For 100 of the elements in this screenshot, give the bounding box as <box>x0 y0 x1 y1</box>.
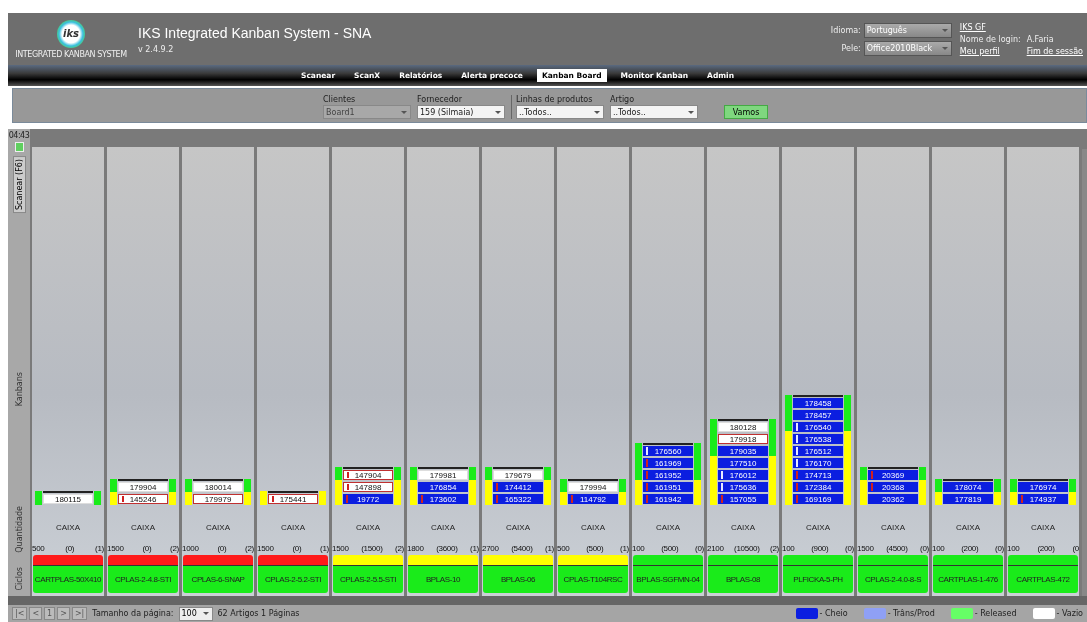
demand-label: (5400) <box>511 544 533 553</box>
pager-button[interactable]: < <box>29 607 43 620</box>
cycles-label: (0) <box>920 544 929 553</box>
kanban-card[interactable]: 176538 <box>793 434 843 444</box>
kanban-card[interactable]: 179981 <box>418 470 468 480</box>
quantity-label: 100 <box>932 544 945 553</box>
pager-button[interactable]: 1 <box>44 607 56 620</box>
kanban-card[interactable]: 180115 <box>43 494 93 504</box>
part-name-tile[interactable]: BPLAS-SGFMN-04 <box>633 566 703 593</box>
pager-button[interactable]: >| <box>71 607 88 620</box>
kanban-card[interactable]: 175636 <box>718 482 768 492</box>
kanban-card[interactable]: 173602 <box>418 494 468 504</box>
kanban-card[interactable]: 176540 <box>793 422 843 432</box>
kanban-card[interactable]: 176512 <box>793 446 843 456</box>
part-name-tile[interactable]: CPLAS-2-5.5-STI <box>333 566 403 593</box>
kanban-card[interactable]: 180014 <box>193 482 243 492</box>
kanban-card[interactable]: 169169 <box>793 494 843 504</box>
pager-button[interactable]: |< <box>12 607 28 620</box>
kanban-card[interactable]: 19772 <box>343 494 393 504</box>
part-name-tile[interactable]: PLFICKA-5-PH <box>783 566 853 593</box>
quantity-label: 1500 <box>332 544 349 553</box>
demand-label: (0) <box>65 544 75 553</box>
row-label: Ciclos <box>14 566 24 590</box>
scan-tab[interactable]: Scanear (F6) <box>12 156 26 214</box>
unit-label: CAIXA <box>656 523 680 532</box>
kanban-card[interactable]: 178074 <box>943 482 993 492</box>
legend-label: - Trâns/Prod <box>887 609 935 618</box>
kanban-card[interactable]: 180128 <box>718 422 768 432</box>
kanban-card[interactable]: 178457 <box>793 410 843 420</box>
kanban-card[interactable]: 176170 <box>793 458 843 468</box>
kanban-card[interactable]: 114792 <box>568 494 618 504</box>
kanban-card[interactable]: 178458 <box>793 398 843 408</box>
kanban-card[interactable]: 174412 <box>493 482 543 492</box>
part-name-tile[interactable]: CPLAS-6-SNAP <box>183 566 253 593</box>
kanban-card[interactable]: 145246 <box>118 494 168 504</box>
cycles-label: (1) <box>470 544 479 553</box>
horizontal-scrollbar[interactable] <box>8 596 1087 605</box>
kanban-card[interactable]: 20369 <box>868 470 918 480</box>
quantity-label: 500 <box>32 544 45 553</box>
kanban-card[interactable]: 179994 <box>568 482 618 492</box>
part-name-tile[interactable]: BPLAS-06 <box>483 566 553 593</box>
part-name-tile[interactable]: CARTPLAS-50X410 <box>33 566 103 593</box>
kanban-card[interactable]: 179918 <box>718 434 768 444</box>
kanban-card[interactable]: 174937 <box>1018 494 1068 504</box>
kanban-card[interactable]: 172384 <box>793 482 843 492</box>
list-icon[interactable] <box>14 142 24 152</box>
quantity-label: 100 <box>782 544 795 553</box>
pager-button[interactable]: > <box>57 607 70 620</box>
quantity-label: 1000 <box>182 544 199 553</box>
kanban-card[interactable]: 174713 <box>793 470 843 480</box>
cycles-label: (2) <box>170 544 179 553</box>
cycles-label: (2) <box>395 544 404 553</box>
cycles-label: (0 <box>1072 544 1079 553</box>
unit-label: CAIXA <box>731 523 755 532</box>
part-name-tile[interactable]: BPLAS-08 <box>708 566 778 593</box>
kanban-card[interactable]: 176012 <box>718 470 768 480</box>
quantity-label: 2700 <box>482 544 499 553</box>
kanban-card[interactable]: 20362 <box>868 494 918 504</box>
unit-label: CAIXA <box>131 523 155 532</box>
profile-link[interactable]: Meu perfil <box>959 46 1021 56</box>
part-name-tile[interactable]: CPLAS-2-4.0-8-S <box>858 566 928 593</box>
kanban-card[interactable]: 161951 <box>643 482 693 492</box>
logout-link[interactable]: Fim de sessão <box>1026 46 1083 56</box>
part-name-tile[interactable]: CPLAS-2-5.2-STI <box>258 566 328 593</box>
part-name-tile[interactable]: BPLAS-10 <box>408 566 478 593</box>
part-name-tile[interactable]: CARTPLAS-1-476 <box>933 566 1003 593</box>
filter-label: Fornecedor <box>417 95 463 104</box>
kanban-card[interactable]: 179679 <box>493 470 543 480</box>
kanban-card[interactable]: 157055 <box>718 494 768 504</box>
filter-dropdown[interactable]: ..Todos.. <box>516 105 604 119</box>
kanban-card[interactable]: 177819 <box>943 494 993 504</box>
kanban-card[interactable]: 165322 <box>493 494 543 504</box>
kanban-card[interactable]: 161942 <box>643 494 693 504</box>
legend-label: - Cheio <box>819 609 848 618</box>
dropdown-arrow-icon <box>401 110 407 114</box>
kanban-card[interactable]: 161952 <box>643 470 693 480</box>
kanban-card[interactable]: 20368 <box>868 482 918 492</box>
company-link[interactable]: IKS GF <box>959 22 1021 32</box>
filter-dropdown[interactable]: 159 (Silmaia) <box>417 105 505 119</box>
kanban-card[interactable]: 176560 <box>643 446 693 456</box>
go-button[interactable]: Vamos <box>724 105 768 119</box>
page-size-dropdown[interactable]: 100 <box>178 606 213 621</box>
part-name-tile[interactable]: CPLAS-T104RSC <box>558 566 628 593</box>
kanban-card[interactable]: 179979 <box>193 494 243 504</box>
kanban-card[interactable]: 176854 <box>418 482 468 492</box>
kanban-card[interactable]: 179035 <box>718 446 768 456</box>
kanban-card[interactable]: 179904 <box>118 482 168 492</box>
kanban-card[interactable]: 175441 <box>268 494 318 504</box>
scrollbar[interactable] <box>1082 149 1087 596</box>
part-name-tile[interactable]: CPLAS-2-4.8-STI <box>108 566 178 593</box>
filter-dropdown[interactable]: ..Todos.. <box>610 105 698 119</box>
kanban-card[interactable]: 177510 <box>718 458 768 468</box>
quantity-label: 1500 <box>857 544 874 553</box>
kanban-card[interactable]: 147898 <box>343 482 393 492</box>
kanban-card[interactable]: 161969 <box>643 458 693 468</box>
unit-label: CAIXA <box>581 523 605 532</box>
part-name-tile[interactable]: CARTPLAS-472 <box>1008 566 1078 593</box>
kanban-card[interactable]: 147904 <box>343 470 393 480</box>
row-label: Quantidade <box>14 505 24 553</box>
kanban-card[interactable]: 176974 <box>1018 482 1068 492</box>
